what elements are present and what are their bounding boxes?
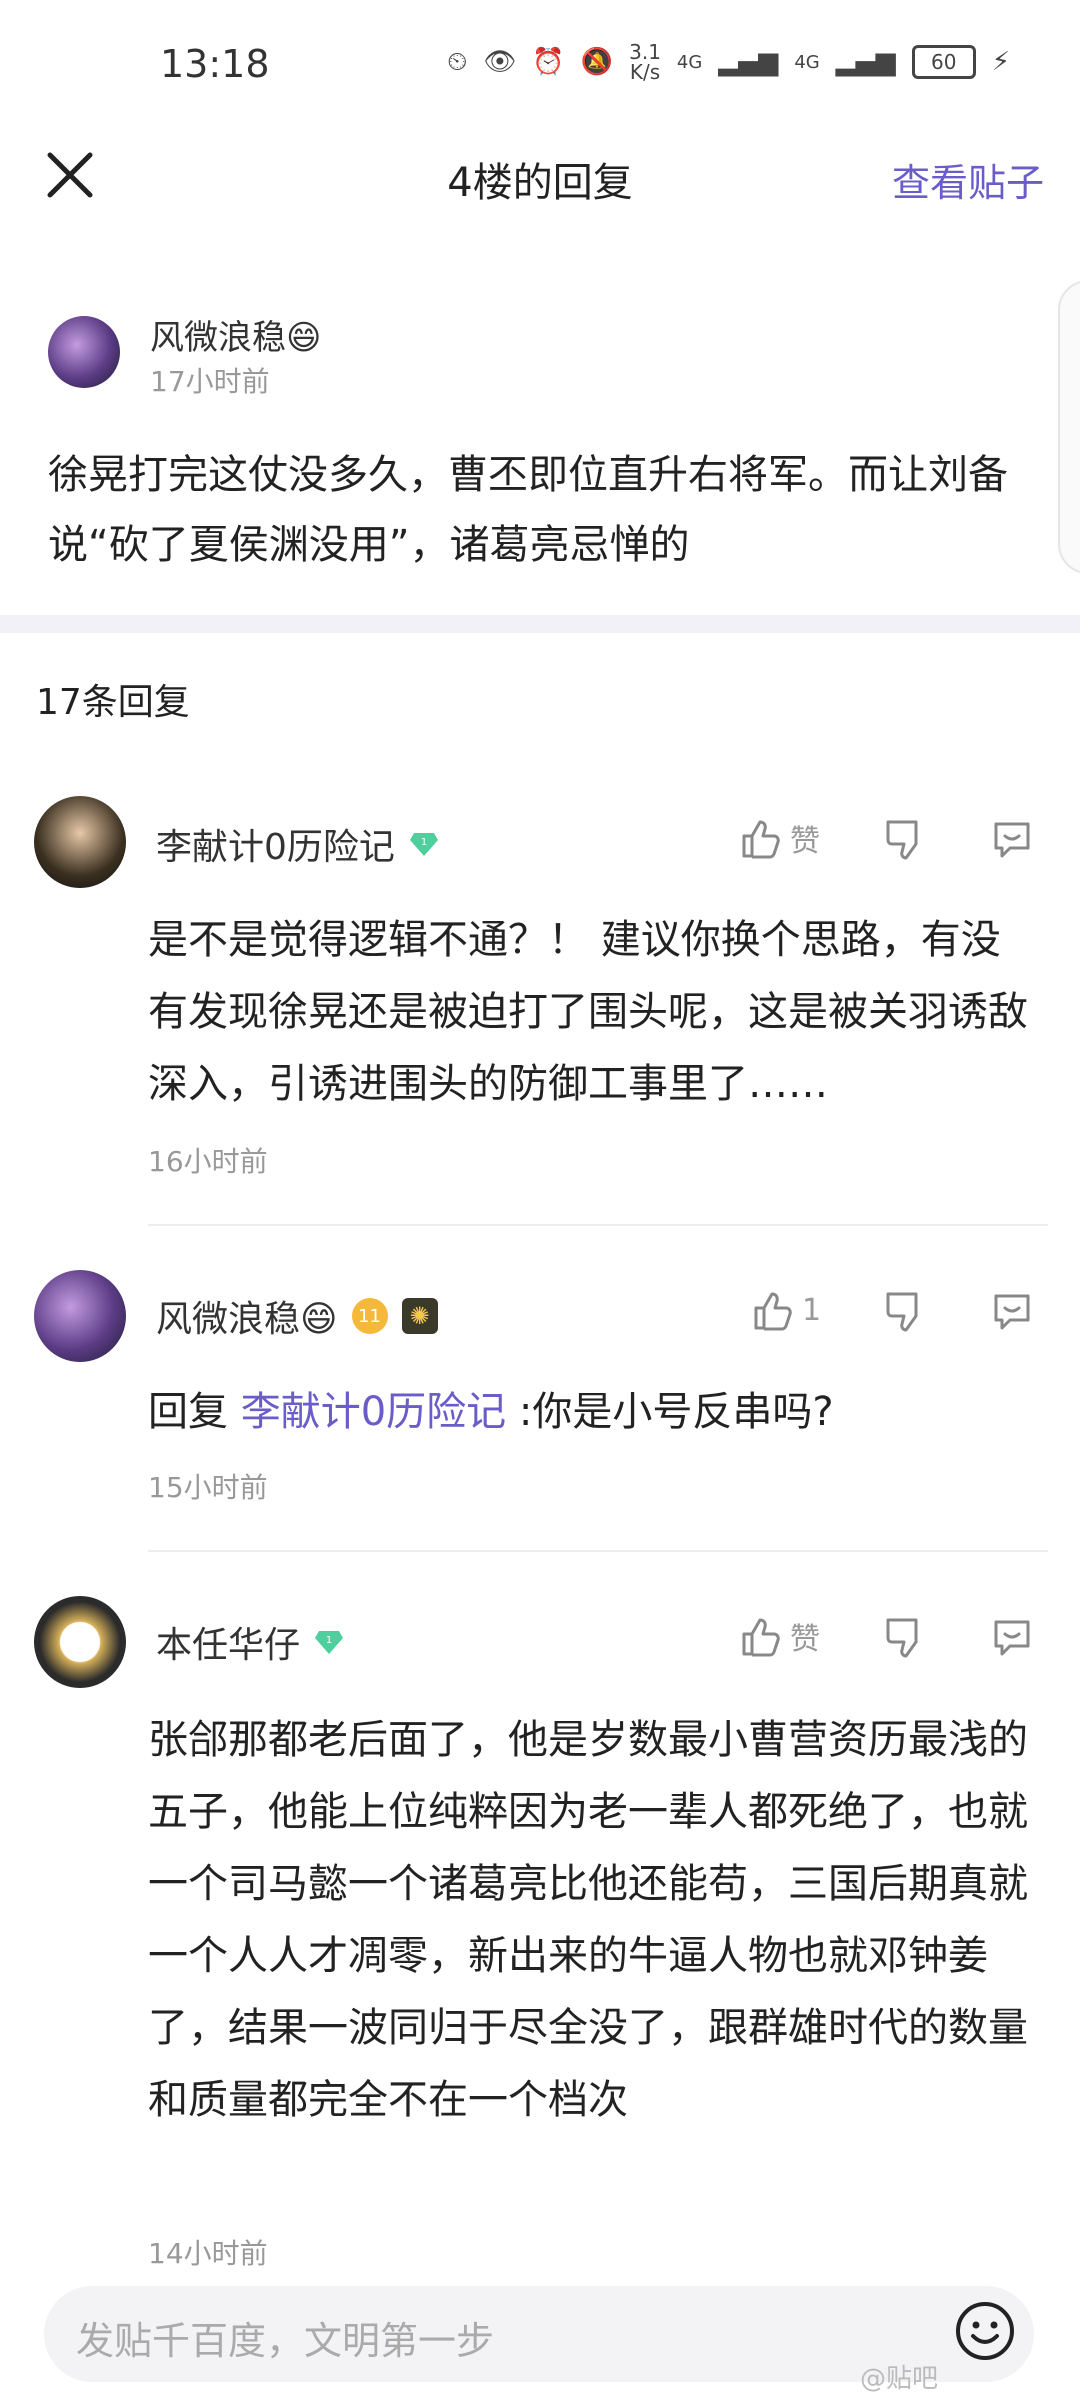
avatar[interactable]	[48, 316, 120, 388]
reply-prefix: 回复	[148, 1389, 228, 1435]
emoji-button[interactable]	[954, 2300, 1016, 2362]
reply-author-row: 李献计0历险记 1	[156, 818, 439, 870]
reply-text[interactable]: 回复 李献计0历险记 :你是小号反串吗?	[148, 1376, 1036, 1448]
diamond-badge-icon: 1	[409, 833, 438, 856]
svg-text:1: 1	[326, 1635, 332, 1646]
dislike-button[interactable]	[882, 1616, 926, 1664]
eye-icon: 👁	[483, 47, 517, 77]
sun-badge-icon: ✺	[401, 1298, 438, 1334]
avatar[interactable]	[34, 796, 126, 888]
post-author[interactable]: 风微浪稳😄	[150, 310, 321, 359]
svg-text:1: 1	[421, 837, 427, 848]
avatar[interactable]	[34, 1596, 126, 1688]
reply-count: 17条回复	[36, 682, 190, 723]
comment-button[interactable]	[990, 1290, 1034, 1338]
watermark: @贴吧	[860, 2364, 939, 2394]
section-divider	[0, 615, 1080, 633]
comment-icon	[994, 1620, 1030, 1656]
network-speed: 3.1 K/s	[629, 40, 661, 84]
avatar[interactable]	[34, 1270, 126, 1362]
thumbs-up-icon	[742, 1618, 780, 1657]
like-button[interactable]: 赞	[738, 1614, 820, 1658]
like-count: 赞	[790, 824, 820, 859]
dislike-button[interactable]	[882, 1290, 926, 1338]
mention-link[interactable]: 李献计0历险记	[241, 1389, 506, 1435]
view-post-link[interactable]: 查看贴子	[892, 152, 1044, 207]
status-time: 13:18	[160, 42, 270, 86]
thumbs-up-icon	[754, 1292, 792, 1331]
reply-author[interactable]: 风微浪稳😄	[156, 1290, 338, 1342]
reply-author[interactable]: 本任华仔	[156, 1616, 300, 1668]
reply-text[interactable]: 是不是觉得逻辑不通？！ 建议你换个思路，有没有发现徐晃还是被迫打了围头呢，这是被…	[148, 904, 1036, 1120]
reply-author-row: 风微浪稳😄 11 ✺	[156, 1290, 438, 1342]
smiley-icon	[956, 2302, 1014, 2360]
comment-icon	[994, 1294, 1030, 1330]
reply-author-row: 本任华仔 1	[156, 1616, 344, 1668]
comment-icon	[994, 822, 1030, 858]
reply-text[interactable]: 张郃那都老后面了，他是岁数最小曹营资历最浅的五子，他能上位纯粹因为老一辈人都死绝…	[148, 1704, 1036, 2136]
reply-time: 15小时前	[148, 1471, 268, 1504]
charging-icon: ⚡	[991, 47, 1010, 77]
divider	[148, 1550, 1048, 1552]
thumbs-up-icon	[742, 820, 780, 859]
reply-time: 14小时前	[148, 2237, 268, 2270]
thumbs-down-icon	[886, 820, 918, 860]
reply-author[interactable]: 李献计0历险记	[156, 818, 395, 870]
signal-icon-2: ▂▄▆	[835, 47, 896, 77]
network-type-1: 4G	[676, 51, 703, 73]
side-drawer-handle[interactable]	[1058, 280, 1080, 574]
like-button[interactable]: 赞	[738, 816, 820, 860]
comment-button[interactable]	[990, 1616, 1034, 1664]
comment-input-placeholder: 发贴千百度，文明第一步	[76, 2319, 495, 2363]
divider	[148, 1224, 1048, 1226]
reply-body: :你是小号反串吗?	[518, 1389, 834, 1435]
thumbs-down-icon	[886, 1618, 918, 1658]
battery-icon: 60	[911, 45, 976, 79]
thumbs-down-icon	[886, 1292, 918, 1332]
comment-button[interactable]	[990, 818, 1034, 866]
post-time: 17小时前	[150, 365, 270, 398]
dislike-button[interactable]	[882, 818, 926, 866]
reply-time: 16小时前	[148, 1145, 268, 1178]
status-icons: ⏲ 👁 ⏰ 🔕 3.1 K/s 4G ▂▄▆ 4G ▂▄▆ 60 ⚡	[447, 42, 1010, 82]
post-content[interactable]: 徐晃打完这仗没多久，曹丕即位直升右将军。而让刘备说“砍了夏侯渊没用”，诸葛亮忌惮…	[48, 440, 1028, 580]
alarm-icon: ⏰	[532, 47, 565, 77]
signal-icon: ▂▄▆	[718, 47, 779, 77]
level-badge: 11	[351, 1298, 388, 1334]
mute-icon: 🔕	[580, 47, 614, 77]
speedometer-icon: ⏲	[447, 46, 468, 77]
like-count: 赞	[790, 1622, 820, 1657]
like-count: 1	[802, 1292, 822, 1328]
like-button[interactable]: 1	[750, 1288, 821, 1332]
diamond-badge-icon: 1	[315, 1631, 344, 1654]
network-type-2: 4G	[794, 51, 820, 73]
